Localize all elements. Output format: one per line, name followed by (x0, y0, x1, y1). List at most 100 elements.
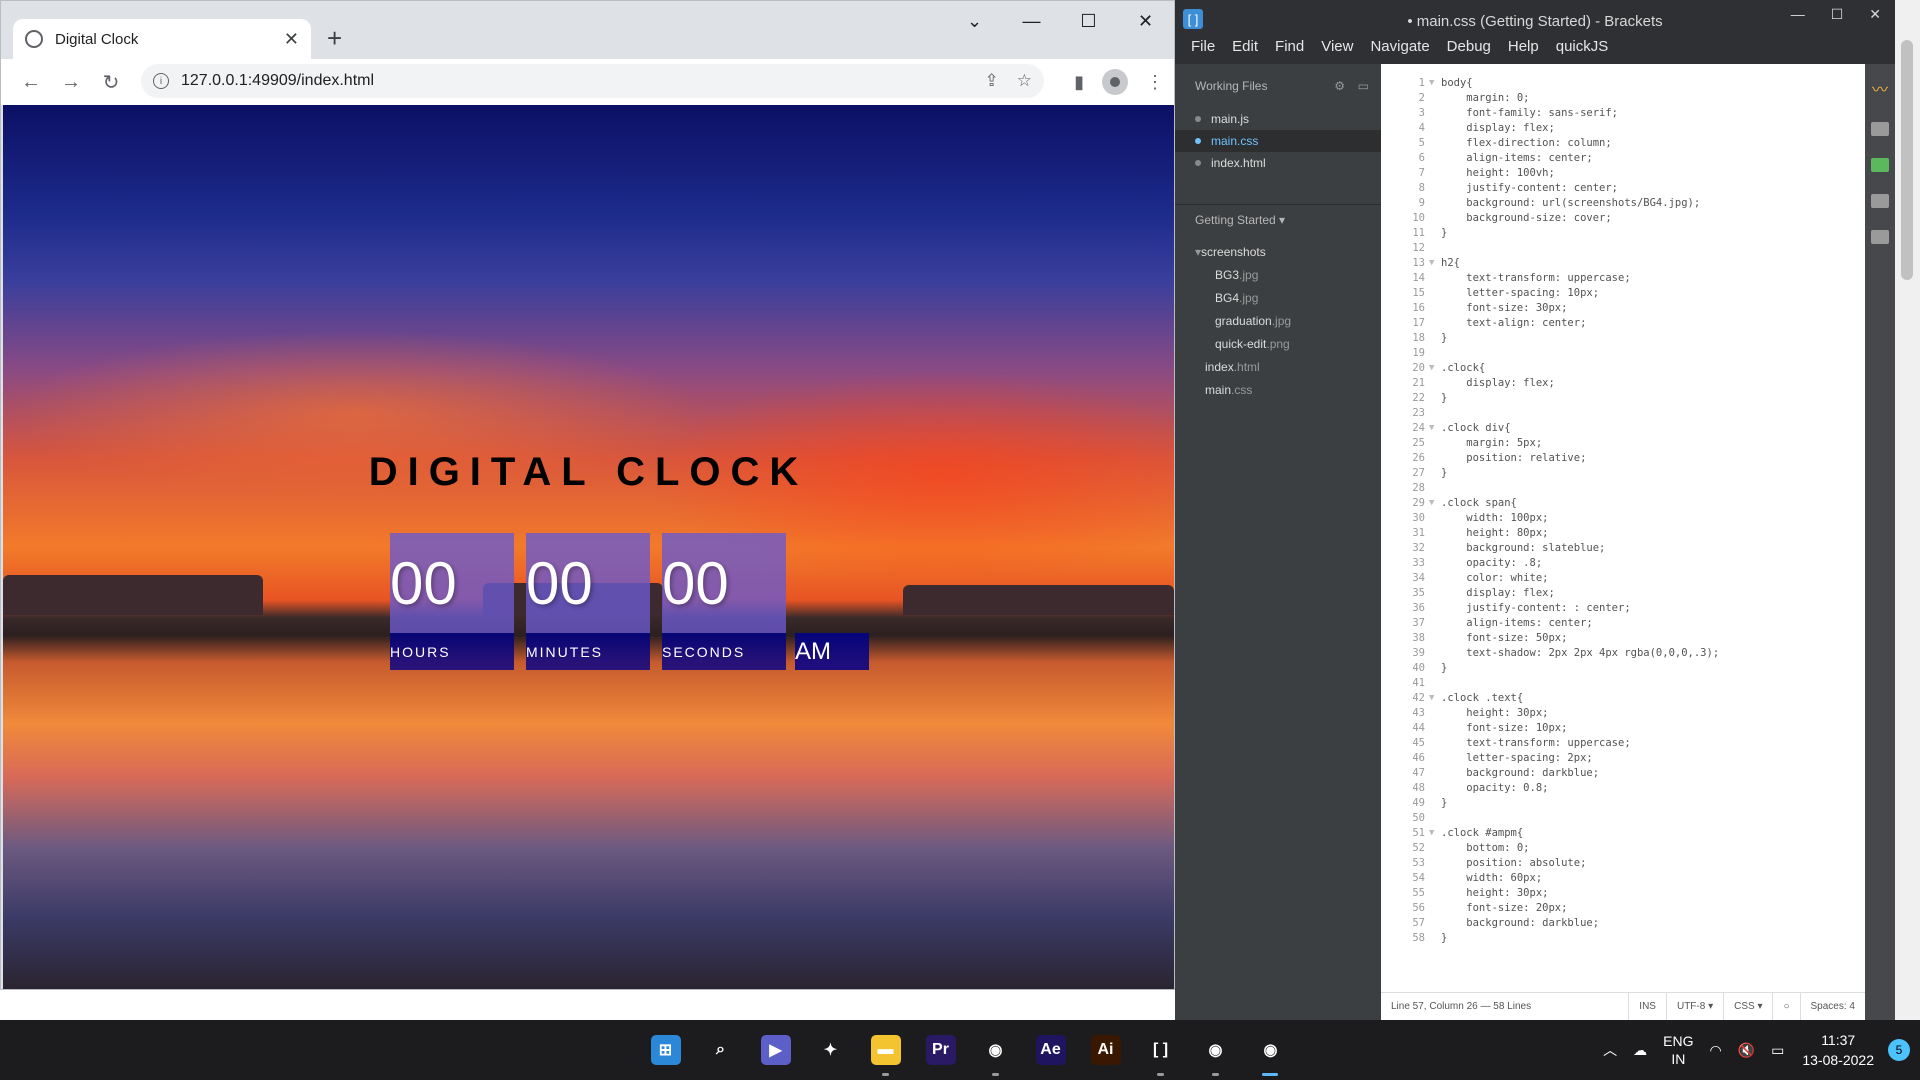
fold-marker-icon[interactable]: ▼ (1429, 361, 1441, 376)
fold-marker-icon[interactable] (1429, 286, 1441, 301)
terminal-icon[interactable] (1871, 230, 1889, 244)
indent-spaces[interactable]: Spaces: 4 (1799, 992, 1865, 1021)
forward-icon[interactable]: → (51, 62, 91, 102)
close-button[interactable]: ✕ (1117, 1, 1174, 41)
tab-search-icon[interactable]: ⌄ (946, 1, 1003, 41)
fold-marker-icon[interactable] (1429, 436, 1441, 451)
menu-edit[interactable]: Edit (1232, 38, 1258, 64)
bookmark-star-icon[interactable]: ☆ (1017, 71, 1032, 91)
fold-marker-icon[interactable] (1429, 91, 1441, 106)
fold-marker-icon[interactable] (1429, 511, 1441, 526)
menu-kebab-icon[interactable]: ⋮ (1146, 72, 1164, 93)
fold-marker-icon[interactable] (1429, 811, 1441, 826)
new-tab-button[interactable]: + (327, 23, 342, 54)
close-button[interactable]: ✕ (1869, 6, 1881, 23)
taskbar-windows-start-button[interactable]: ⊞ (638, 1020, 693, 1080)
fold-marker-icon[interactable] (1429, 301, 1441, 316)
fold-marker-icon[interactable] (1429, 901, 1441, 916)
taskbar-zbrush-button[interactable]: ✦ (803, 1020, 858, 1080)
taskbar-teams-chat-button[interactable]: ▶ (748, 1020, 803, 1080)
address-bar[interactable]: i 127.0.0.1:49909/index.html ⇪ ☆ (141, 64, 1044, 98)
battery-icon[interactable]: ▭ (1771, 1042, 1784, 1059)
gear-icon[interactable]: ⚙ (1334, 79, 1345, 93)
fold-marker-icon[interactable]: ▼ (1429, 76, 1441, 91)
fold-marker-icon[interactable] (1429, 136, 1441, 151)
taskbar-brackets-button[interactable]: [ ] (1133, 1020, 1188, 1080)
fold-marker-icon[interactable] (1429, 706, 1441, 721)
fold-marker-icon[interactable] (1429, 271, 1441, 286)
tree-file[interactable]: BG4 .jpg (1175, 286, 1381, 309)
fold-marker-icon[interactable] (1429, 241, 1441, 256)
language-indicator[interactable]: ENG IN (1663, 1032, 1693, 1068)
fold-marker-icon[interactable] (1429, 331, 1441, 346)
notification-badge[interactable]: 5 (1888, 1039, 1910, 1061)
fold-marker-icon[interactable] (1429, 856, 1441, 871)
minimize-button[interactable]: — (1003, 1, 1060, 41)
taskbar-file-explorer-button[interactable]: ▬ (858, 1020, 913, 1080)
tree-file[interactable]: quick-edit .png (1175, 332, 1381, 355)
language-select[interactable]: CSS ▾ (1723, 992, 1772, 1021)
wifi-icon[interactable]: ◠ (1709, 1042, 1721, 1059)
tree-file[interactable]: graduation .jpg (1175, 309, 1381, 332)
fold-marker-icon[interactable] (1429, 781, 1441, 796)
scrollbar-thumb[interactable] (1901, 40, 1913, 280)
fold-marker-icon[interactable] (1429, 766, 1441, 781)
fold-marker-icon[interactable]: ▼ (1429, 826, 1441, 841)
taskbar-search-button[interactable]: ⌕ (693, 1020, 748, 1080)
project-dropdown[interactable]: Getting Started ▾ (1175, 204, 1381, 234)
side-panel-icon[interactable]: ▮ (1074, 72, 1084, 93)
show-hidden-icons[interactable]: ︿ (1603, 1040, 1617, 1060)
fold-marker-icon[interactable] (1429, 751, 1441, 766)
taskbar-clock[interactable]: 11:37 13-08-2022 (1802, 1030, 1874, 1070)
maximize-button[interactable]: ☐ (1831, 6, 1844, 23)
fold-marker-icon[interactable] (1429, 166, 1441, 181)
fold-marker-icon[interactable] (1429, 631, 1441, 646)
fold-marker-icon[interactable] (1429, 661, 1441, 676)
taskbar-after-effects-button[interactable]: Ae (1023, 1020, 1078, 1080)
onedrive-cloud-icon[interactable]: ☁ (1633, 1042, 1647, 1059)
fold-marker-icon[interactable]: ▼ (1429, 496, 1441, 511)
maximize-button[interactable]: ☐ (1060, 1, 1117, 41)
menu-view[interactable]: View (1321, 38, 1353, 64)
tab-digital-clock[interactable]: Digital Clock ✕ (13, 19, 311, 59)
fold-marker-icon[interactable] (1429, 601, 1441, 616)
site-info-icon[interactable]: i (153, 73, 169, 89)
fold-marker-icon[interactable] (1429, 376, 1441, 391)
fold-marker-icon[interactable] (1429, 871, 1441, 886)
fold-marker-icon[interactable] (1429, 586, 1441, 601)
fold-marker-icon[interactable] (1429, 796, 1441, 811)
fold-marker-icon[interactable] (1429, 736, 1441, 751)
fold-marker-icon[interactable] (1429, 526, 1441, 541)
minimize-button[interactable]: — (1791, 6, 1805, 23)
live-preview-icon[interactable]: 〰 (1865, 76, 1895, 100)
fold-marker-icon[interactable]: ▼ (1429, 691, 1441, 706)
reload-icon[interactable]: ↻ (91, 62, 131, 102)
working-file-item[interactable]: main.css (1175, 130, 1381, 152)
fold-marker-icon[interactable] (1429, 346, 1441, 361)
fold-marker-icon[interactable] (1429, 541, 1441, 556)
close-tab-icon[interactable]: ✕ (284, 29, 299, 50)
menu-file[interactable]: File (1191, 38, 1215, 64)
fold-marker-icon[interactable] (1429, 886, 1441, 901)
extension-manager-icon[interactable] (1871, 122, 1889, 136)
taskbar-chrome-button[interactable]: ◉ (1243, 1020, 1298, 1080)
volume-muted-icon[interactable]: 🔇 (1738, 1042, 1755, 1059)
fold-marker-icon[interactable] (1429, 391, 1441, 406)
fold-marker-icon[interactable] (1429, 226, 1441, 241)
fold-marker-icon[interactable] (1429, 106, 1441, 121)
fold-marker-icon[interactable] (1429, 466, 1441, 481)
fold-marker-icon[interactable] (1429, 211, 1441, 226)
fold-marker-icon[interactable] (1429, 451, 1441, 466)
tree-file[interactable]: BG3 .jpg (1175, 263, 1381, 286)
fold-marker-icon[interactable] (1429, 646, 1441, 661)
menu-quickjs[interactable]: quickJS (1556, 38, 1609, 64)
encoding-select[interactable]: UTF-8 ▾ (1665, 992, 1723, 1021)
tree-file[interactable]: index .html (1175, 355, 1381, 378)
tree-folder[interactable]: ▾ screenshots (1175, 240, 1381, 263)
code-view-icon[interactable] (1871, 194, 1889, 208)
menu-help[interactable]: Help (1508, 38, 1539, 64)
fold-marker-icon[interactable] (1429, 181, 1441, 196)
menu-navigate[interactable]: Navigate (1370, 38, 1429, 64)
fold-marker-icon[interactable] (1429, 196, 1441, 211)
fold-marker-icon[interactable]: ▼ (1429, 256, 1441, 271)
